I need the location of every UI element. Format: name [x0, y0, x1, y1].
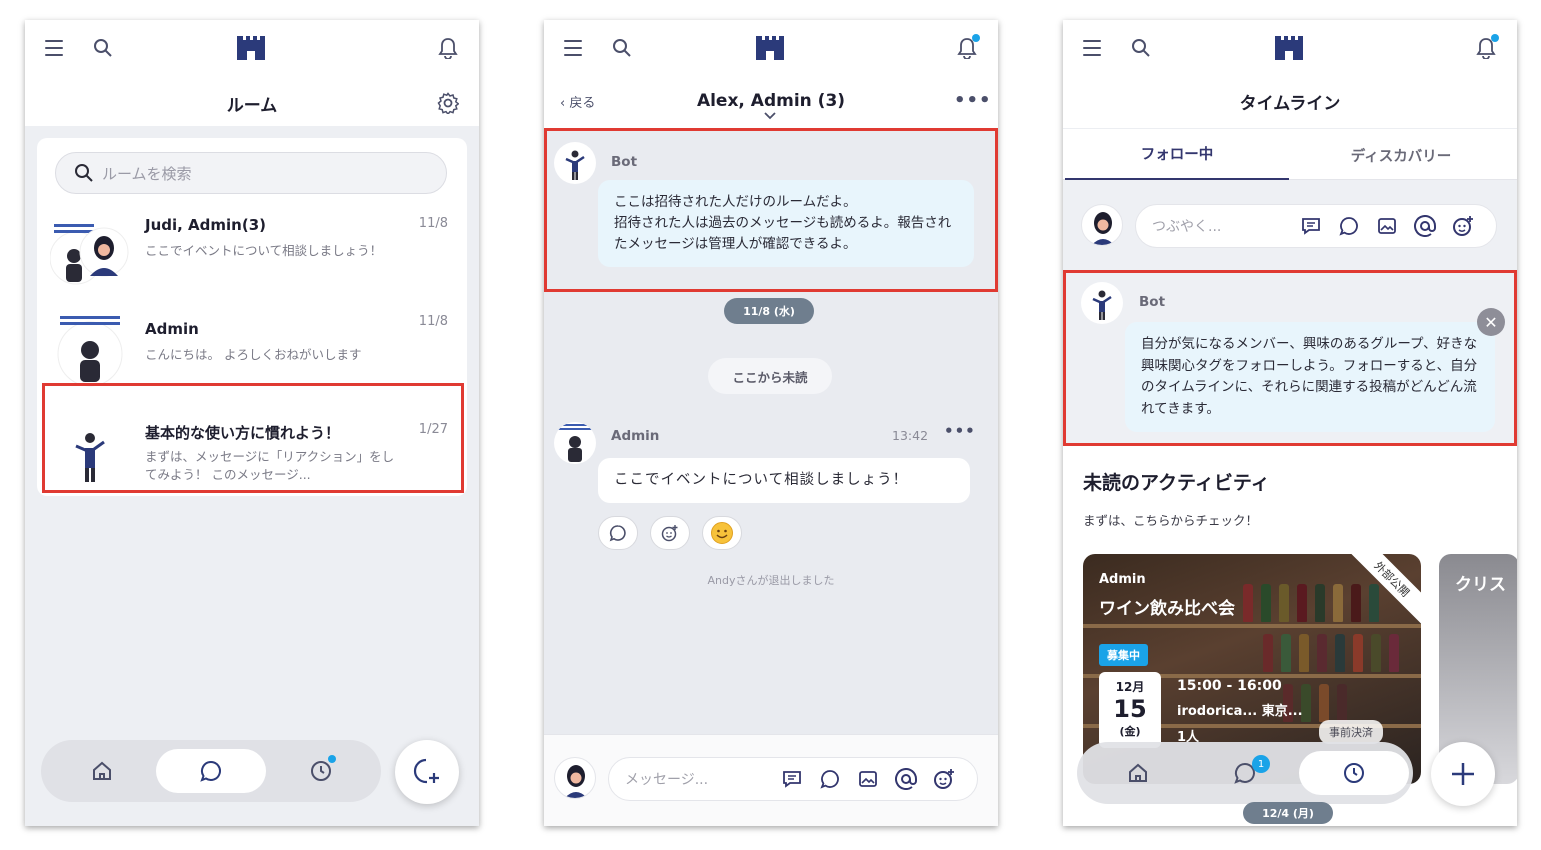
castle-logo[interactable]	[754, 34, 786, 62]
room-date: 11/8	[418, 216, 448, 231]
message-composer: メッセージ...	[544, 734, 998, 826]
event-title: クリス	[1455, 575, 1506, 595]
nav-chat[interactable]: 1	[1190, 751, 1300, 795]
room-date: 11/8	[418, 314, 448, 329]
room-preview: ここでイベントについて相談しましょう！	[145, 243, 383, 258]
event-time: 15:00 - 16:00	[1177, 678, 1282, 694]
room-name: Admin	[145, 320, 199, 338]
image-icon[interactable]	[856, 767, 880, 791]
room-name: Judi, Admin(3)	[145, 216, 267, 234]
text-icon[interactable]	[780, 767, 804, 791]
section-title: 未読のアクティビティ	[1083, 472, 1270, 494]
mention-icon[interactable]	[894, 767, 918, 791]
reply-button[interactable]	[598, 516, 638, 550]
emoji-icon[interactable]	[1451, 214, 1475, 238]
room-list-item[interactable]: Judi, Admin(3) 11/8 ここでイベントについて相談しましょう！	[49, 212, 460, 308]
group-avatar	[49, 212, 130, 292]
user-avatar	[554, 757, 596, 799]
event-author: Admin	[1099, 572, 1146, 587]
emoji-icon[interactable]	[932, 767, 956, 791]
event-date: 12月 15 (金)	[1099, 672, 1161, 748]
highlight-box	[42, 383, 464, 493]
highlight-box	[1063, 270, 1517, 446]
highlight-box	[544, 128, 998, 292]
timeline-tabs: フォロー中 ディスカバリー	[1063, 128, 1517, 181]
add-reaction-button[interactable]	[650, 516, 690, 550]
search-icon[interactable]	[91, 36, 115, 60]
tab-following[interactable]: フォロー中	[1065, 129, 1289, 181]
hamburger-icon[interactable]	[43, 36, 67, 60]
search-icon[interactable]	[1129, 36, 1153, 60]
chat-icon	[200, 760, 221, 782]
more-options-icon[interactable]: •••	[954, 90, 992, 111]
hamburger-icon[interactable]	[562, 36, 586, 60]
message-time: 13:42	[892, 428, 929, 443]
clock-icon	[1344, 763, 1364, 783]
search-icon	[75, 164, 93, 182]
nav-home[interactable]	[47, 749, 157, 793]
admin-avatar	[554, 422, 596, 464]
search-icon[interactable]	[610, 36, 634, 60]
unread-badge: 1	[1252, 755, 1270, 773]
mention-icon[interactable]	[1413, 214, 1437, 238]
event-place: irodorica... 東京...	[1177, 704, 1303, 719]
notification-dot	[1491, 34, 1499, 42]
top-bar	[25, 20, 479, 76]
gear-icon[interactable]	[435, 90, 461, 116]
event-title: ワイン飲み比べ会	[1099, 599, 1235, 619]
reply-icon	[609, 525, 626, 542]
home-icon	[93, 761, 111, 780]
page-title: タイムライン	[1239, 93, 1341, 114]
smile-emoji-icon	[711, 522, 733, 544]
hamburger-icon[interactable]	[1081, 36, 1105, 60]
plus-icon	[1452, 763, 1474, 785]
smile-reaction[interactable]	[702, 516, 742, 550]
room-preview: こんにちは。 よろしくおねがいします	[145, 347, 362, 362]
create-post-button[interactable]	[1431, 742, 1495, 806]
nav-home[interactable]	[1083, 751, 1193, 795]
castle-logo[interactable]	[1273, 34, 1305, 62]
chat-bubble-icon[interactable]	[818, 767, 842, 791]
rooms-screen: ルーム ルームを検索 Judi, Admin(3) 11/8 ここでイベントにつ…	[25, 20, 479, 826]
nav-chat[interactable]	[156, 749, 266, 793]
timeline-screen: タイムライン フォロー中 ディスカバリー つぶやく... Bot 自分が気になる…	[1063, 20, 1517, 826]
date-separator: 12/4 (月)	[1243, 802, 1333, 824]
bell-icon[interactable]	[435, 34, 461, 62]
nav-timeline[interactable]	[266, 749, 376, 793]
text-icon[interactable]	[1299, 214, 1323, 238]
notification-dot	[972, 34, 980, 42]
admin-message-bubble: ここでイベントについて相談しましょう！	[598, 458, 970, 503]
bottom-nav: 1	[1077, 742, 1413, 804]
bell-icon[interactable]	[1473, 34, 1499, 62]
bell-icon[interactable]	[954, 34, 980, 62]
system-message: Andyさんが退出しました	[707, 574, 835, 587]
page-title: ルーム	[226, 95, 278, 116]
castle-logo[interactable]	[235, 34, 267, 62]
chat-bubble-icon[interactable]	[1337, 214, 1361, 238]
home-icon	[1129, 763, 1147, 782]
room-search-input[interactable]: ルームを検索	[55, 152, 447, 194]
date-separator: 11/8 (水)	[724, 298, 814, 324]
notification-dot	[328, 755, 336, 763]
payment-badge: 事前決済	[1319, 720, 1383, 744]
top-bar	[544, 20, 998, 76]
chevron-down-icon[interactable]	[762, 110, 778, 122]
status-badge: 募集中	[1099, 644, 1148, 666]
sender-name: Admin	[611, 428, 660, 444]
nav-timeline[interactable]	[1299, 751, 1409, 795]
admin-avatar	[50, 310, 130, 390]
tab-discovery[interactable]: ディスカバリー	[1289, 129, 1513, 181]
new-room-button[interactable]	[395, 740, 459, 804]
add-emoji-icon	[661, 525, 678, 542]
image-icon[interactable]	[1375, 214, 1399, 238]
bottom-nav	[41, 740, 381, 802]
message-options-icon[interactable]: •••	[944, 422, 976, 440]
chat-screen: ‹ 戻る Alex, Admin (3) ••• Bot ここは招待された人だけ…	[544, 20, 998, 826]
unread-marker: ここから未読	[708, 358, 832, 394]
top-bar	[1063, 20, 1517, 76]
section-subtitle: まずは、こちらからチェック！	[1083, 513, 1259, 528]
user-avatar	[1081, 204, 1123, 246]
add-chat-icon	[413, 758, 439, 784]
